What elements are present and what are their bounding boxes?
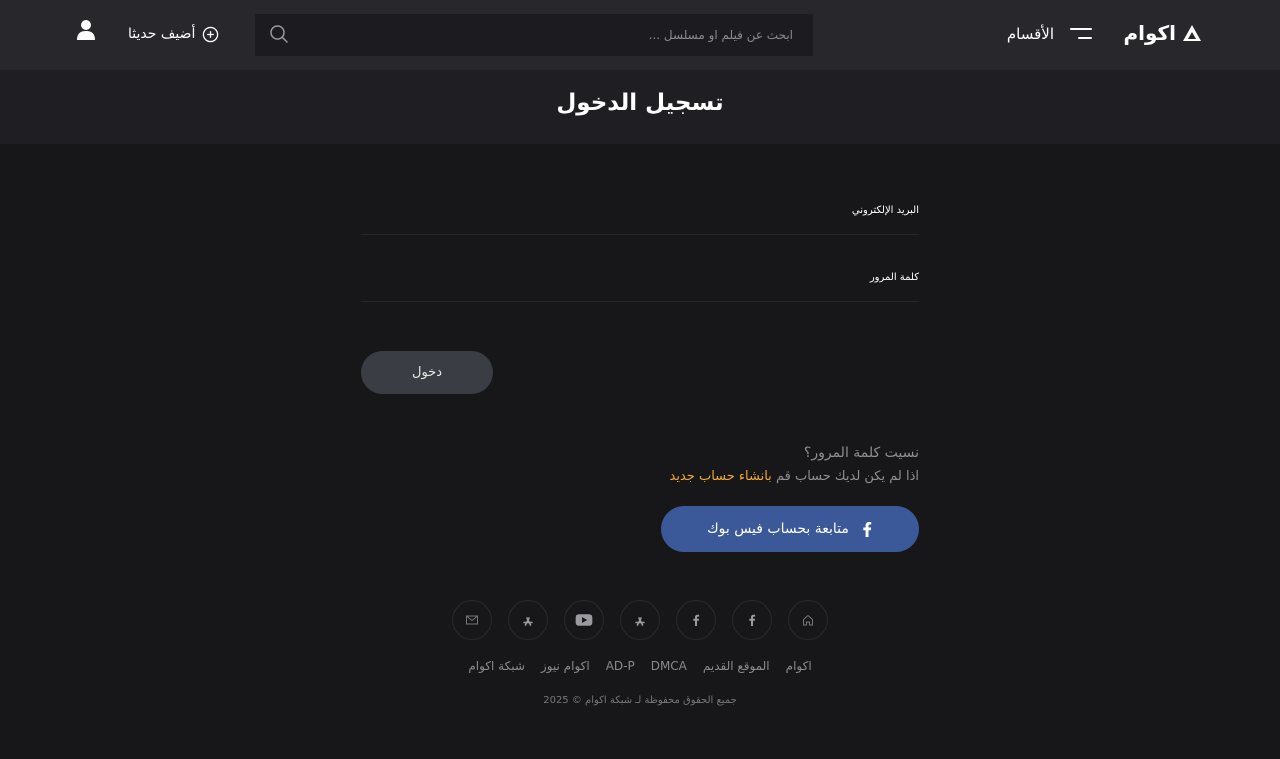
email-icon (466, 615, 478, 625)
facebook-icon (693, 614, 700, 626)
search-input[interactable] (293, 14, 813, 56)
home-icon (803, 614, 813, 626)
logo-mark-icon (1183, 25, 1201, 41)
page-title: تسجيل الدخول (556, 90, 724, 116)
plus-circle-icon (203, 26, 219, 42)
footer-link-old-site[interactable]: الموقع القديم (703, 658, 770, 674)
recently-added-label: أضيف حديثا (128, 26, 196, 42)
facebook-icon (749, 614, 756, 626)
email-link[interactable] (452, 600, 492, 640)
facebook-login-label: متابعة بحساب فيس بوك (707, 521, 849, 537)
register-prefix: اذا لم يكن لديك حساب قم (775, 469, 919, 484)
password-field[interactable] (361, 257, 801, 301)
menu-toggle-button[interactable] (1070, 26, 1092, 42)
app-store-icon (523, 617, 533, 626)
facebook-link-2[interactable] (732, 600, 772, 640)
site-header: اكوام الأقسام أضيف حديثا (0, 0, 1280, 70)
home-link[interactable] (788, 600, 828, 640)
password-label: كلمة المرور (869, 272, 919, 283)
app-store-icon (635, 617, 645, 626)
email-field[interactable] (361, 190, 801, 234)
app-store-link-2[interactable] (620, 600, 660, 640)
register-prompt: اذا لم يكن لديك حساب قم بانشاء حساب جديد (670, 467, 919, 487)
forgot-password-link[interactable]: نسيت كلمة المرور؟ (804, 443, 919, 463)
youtube-icon (575, 614, 593, 626)
footer-link-news[interactable]: اكوام نيوز (541, 658, 590, 674)
login-button[interactable]: دخول (361, 351, 493, 394)
search-icon[interactable] (269, 24, 289, 44)
password-field-row: كلمة المرور (361, 257, 919, 302)
categories-menu-label[interactable]: الأقسام (1007, 24, 1054, 44)
footer-link-akwam[interactable]: اكوام (786, 658, 812, 674)
search-box (255, 14, 813, 56)
footer-links: اكوام الموقع القديم DMCA AD-P اكوام نيوز… (0, 658, 1280, 674)
email-label: البريد الإلكتروني (851, 205, 919, 216)
site-logo[interactable]: اكوام (1123, 22, 1202, 44)
user-icon[interactable] (77, 19, 95, 41)
social-links (452, 600, 828, 640)
app-store-link[interactable] (508, 600, 548, 640)
register-link[interactable]: بانشاء حساب جديد (670, 469, 772, 484)
copyright-text: جميع الحقوق محفوظة لـ شبكة اكوام © 2025 (543, 695, 737, 706)
youtube-link[interactable] (564, 600, 604, 640)
facebook-icon (863, 522, 872, 537)
page-title-bar: تسجيل الدخول (0, 70, 1280, 144)
login-form: البريد الإلكتروني كلمة المرور (361, 190, 919, 324)
footer-link-adp[interactable]: AD-P (606, 658, 635, 674)
footer-link-network[interactable]: شبكة اكوام (468, 658, 525, 674)
facebook-login-button[interactable]: متابعة بحساب فيس بوك (661, 506, 919, 552)
email-field-row: البريد الإلكتروني (361, 190, 919, 235)
footer-link-dmca[interactable]: DMCA (651, 658, 687, 674)
logo-text: اكوام (1123, 21, 1176, 45)
recently-added-link[interactable]: أضيف حديثا (128, 24, 219, 44)
facebook-link[interactable] (676, 600, 716, 640)
